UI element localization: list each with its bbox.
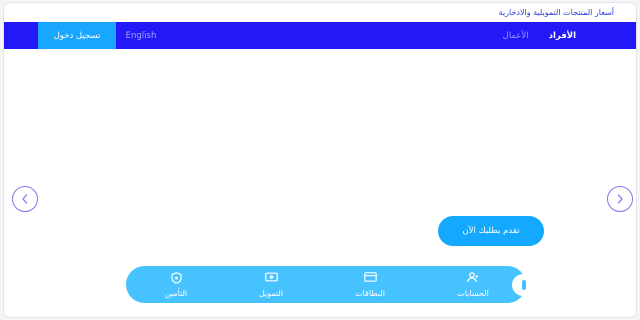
quick-links-bar: الحسابات البطاقات التمويل التأمين	[126, 266, 534, 303]
quick-link-label: البطاقات	[355, 289, 385, 298]
quick-link-label: التأمين	[164, 289, 188, 298]
product-rates-link[interactable]: أسعار المنتجات التمويلية والادخارية	[499, 8, 614, 17]
top-utility-bar: أسعار المنتجات التمويلية والادخارية	[4, 3, 636, 22]
card-icon	[363, 272, 377, 282]
language-switch[interactable]: English	[116, 22, 166, 49]
page-frame: أسعار المنتجات التمويلية والادخارية الأف…	[3, 2, 637, 318]
main-navbar: الأفراد الأعمال English تسجيل دخول	[4, 22, 636, 49]
chevron-right-icon	[617, 194, 623, 204]
apply-now-button[interactable]: تقدم بطلبك الآن	[438, 216, 544, 246]
chevron-left-icon	[22, 194, 28, 204]
quick-link-insurance[interactable]: التأمين	[141, 272, 211, 298]
money-icon	[264, 272, 278, 282]
quick-link-finance[interactable]: التمويل	[236, 272, 306, 298]
segment-switcher: الأفراد الأعمال	[503, 22, 576, 49]
carousel-prev-button[interactable]	[12, 186, 38, 212]
quick-link-label: الحسابات	[457, 289, 489, 298]
nav-individuals[interactable]: الأفراد	[549, 31, 576, 41]
carousel-next-button[interactable]	[607, 186, 633, 212]
quick-link-accounts[interactable]: الحسابات	[438, 272, 508, 298]
quick-link-cards[interactable]: البطاقات	[335, 272, 405, 298]
login-button[interactable]: تسجيل دخول	[38, 22, 116, 49]
user-group-icon	[467, 272, 478, 283]
nav-business[interactable]: الأعمال	[503, 31, 529, 41]
shield-icon	[170, 272, 182, 284]
quickbar-handle[interactable]	[512, 274, 534, 296]
quick-link-label: التمويل	[258, 289, 284, 298]
